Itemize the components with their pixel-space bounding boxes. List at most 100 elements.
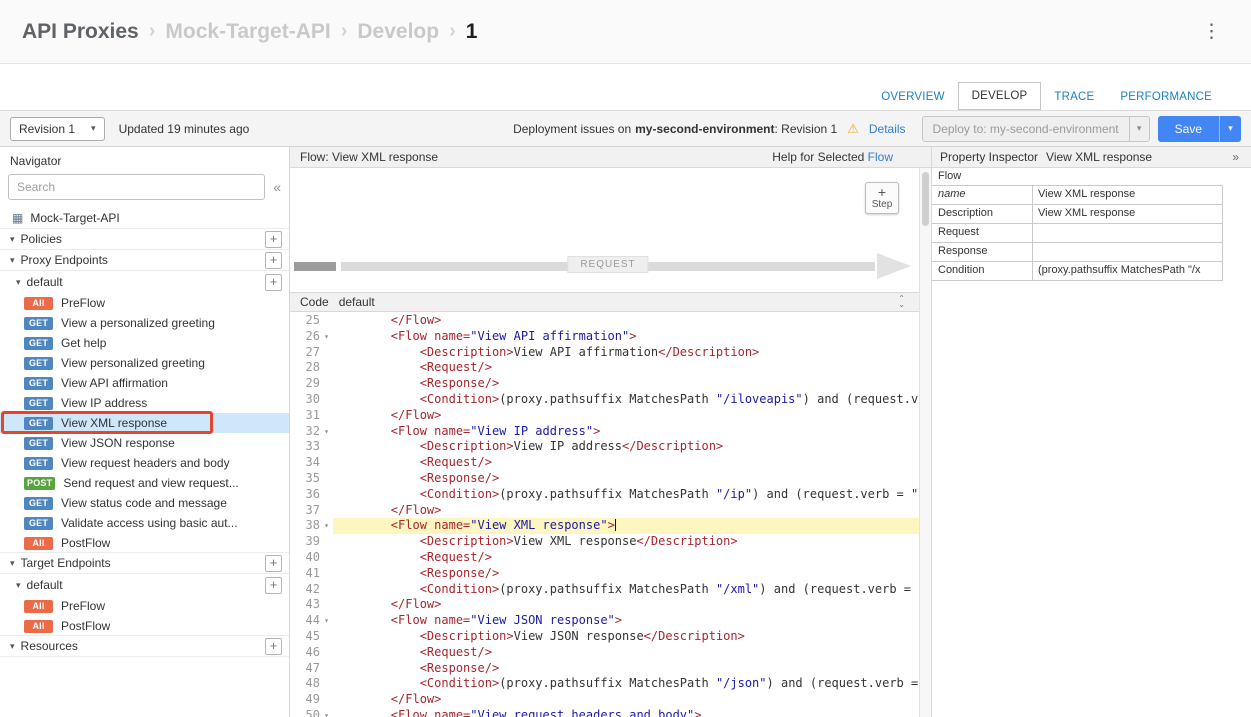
breadcrumb-item-mock-target-api[interactable]: Mock-Target-API bbox=[165, 20, 330, 44]
code-line-45[interactable]: 45 <Description>View JSON response</Desc… bbox=[290, 629, 931, 645]
code-line-25[interactable]: 25 </Flow> bbox=[290, 313, 931, 329]
nav-root-mock-target-api[interactable]: ▦Mock-Target-API bbox=[0, 206, 289, 229]
tab-develop[interactable]: DEVELOP bbox=[958, 82, 1042, 110]
tab-performance[interactable]: PERFORMANCE bbox=[1107, 84, 1225, 110]
nav-item-view-json-response[interactable]: GETView JSON response bbox=[0, 433, 289, 453]
nav-item-postflow[interactable]: AllPostFlow bbox=[0, 533, 289, 553]
nav-item-validate-access-using-basic-aut[interactable]: GETValidate access using basic aut... bbox=[0, 513, 289, 533]
inspector-row-value[interactable]: View XML response bbox=[1033, 205, 1223, 223]
code-line-34[interactable]: 34 <Request/> bbox=[290, 455, 931, 471]
top-header: API Proxies›Mock-Target-API›Develop›1 ⋮ bbox=[0, 0, 1251, 64]
save-dropdown-icon[interactable]: ▾ bbox=[1219, 116, 1241, 142]
deploy-select[interactable]: Deploy to: my-second-environment ▾ bbox=[922, 116, 1150, 142]
kebab-menu-icon[interactable]: ⋮ bbox=[1194, 18, 1229, 45]
collapse-panel-icon[interactable]: « bbox=[271, 179, 283, 195]
breadcrumb-item-api-proxies[interactable]: API Proxies bbox=[22, 20, 139, 44]
code-line-48[interactable]: 48 <Condition>(proxy.pathsuffix MatchesP… bbox=[290, 676, 931, 692]
code-line-43[interactable]: 43 </Flow> bbox=[290, 597, 931, 613]
nav-item-postflow[interactable]: AllPostFlow bbox=[0, 616, 289, 636]
code-line-32[interactable]: 32▾ <Flow name="View IP address"> bbox=[290, 424, 931, 440]
code-line-49[interactable]: 49 </Flow> bbox=[290, 692, 931, 708]
add-step-button[interactable]: + Step bbox=[865, 182, 899, 214]
code-token: "View API affirmation" bbox=[470, 329, 629, 343]
code-line-41[interactable]: 41 <Response/> bbox=[290, 566, 931, 582]
vertical-scrollbar[interactable] bbox=[919, 168, 931, 717]
nav-item-get-help[interactable]: GETGet help bbox=[0, 333, 289, 353]
nav-item-send-request-and-view-request[interactable]: POSTSend request and view request... bbox=[0, 473, 289, 493]
code-line-38[interactable]: 38▾ <Flow name="View XML response"> bbox=[290, 518, 931, 534]
code-editor[interactable]: 25 </Flow>26▾ <Flow name="View API affir… bbox=[290, 312, 931, 717]
code-line-47[interactable]: 47 <Response/> bbox=[290, 661, 931, 677]
breadcrumb-item-develop[interactable]: Develop bbox=[357, 20, 439, 44]
inspector-row-value[interactable]: (proxy.pathsuffix MatchesPath "/x bbox=[1033, 262, 1223, 280]
warning-icon: ⚠ bbox=[847, 121, 859, 137]
code-token: (proxy.pathsuffix MatchesPath bbox=[499, 392, 716, 406]
tab-overview[interactable]: OVERVIEW bbox=[868, 84, 957, 110]
code-line-36[interactable]: 36 <Condition>(proxy.pathsuffix MatchesP… bbox=[290, 487, 931, 503]
code-token bbox=[333, 360, 420, 374]
revision-select[interactable]: Revision 1 ▾ bbox=[10, 117, 105, 141]
inspector-row-value[interactable] bbox=[1033, 224, 1223, 242]
code-line-39[interactable]: 39 <Description>View XML response</Descr… bbox=[290, 534, 931, 550]
nav-item-view-ip-address[interactable]: GETView IP address bbox=[0, 393, 289, 413]
code-line-33[interactable]: 33 <Description>View IP address</Descrip… bbox=[290, 439, 931, 455]
fold-marker-icon[interactable]: ▾ bbox=[320, 613, 333, 629]
fold-marker-icon bbox=[320, 676, 333, 692]
nav-section-target-endpoints[interactable]: ▾Target Endpoints+ bbox=[0, 552, 289, 574]
nav-item-view-api-affirmation[interactable]: GETView API affirmation bbox=[0, 373, 289, 393]
code-line-40[interactable]: 40 <Request/> bbox=[290, 550, 931, 566]
fold-marker-icon[interactable]: ▾ bbox=[320, 518, 333, 534]
fold-marker-icon[interactable]: ▾ bbox=[320, 708, 333, 717]
nav-section-policies[interactable]: ▾Policies+ bbox=[0, 228, 289, 250]
nav-item-label: Validate access using basic aut... bbox=[61, 516, 238, 530]
nav-item-view-a-personalized-greeting[interactable]: GETView a personalized greeting bbox=[0, 313, 289, 333]
add-button[interactable]: + bbox=[265, 252, 282, 269]
fold-marker-icon[interactable]: ▾ bbox=[320, 329, 333, 345]
collapse-code-icon[interactable]: ⌃⌄ bbox=[898, 296, 905, 308]
nav-section-resources[interactable]: ▾Resources+ bbox=[0, 635, 289, 657]
chevron-down-icon[interactable]: ▾ bbox=[1129, 117, 1149, 141]
code-line-30[interactable]: 30 <Condition>(proxy.pathsuffix MatchesP… bbox=[290, 392, 931, 408]
nav-item-view-status-code-and-message[interactable]: GETView status code and message bbox=[0, 493, 289, 513]
code-line-31[interactable]: 31 </Flow> bbox=[290, 408, 931, 424]
inspector-row-value[interactable] bbox=[1033, 243, 1223, 261]
code-line-35[interactable]: 35 <Response/> bbox=[290, 471, 931, 487]
code-line-50[interactable]: 50▾ <Flow name="View request headers and… bbox=[290, 708, 931, 717]
code-line-42[interactable]: 42 <Condition>(proxy.pathsuffix MatchesP… bbox=[290, 582, 931, 598]
code-line-37[interactable]: 37 </Flow> bbox=[290, 503, 931, 519]
request-pipeline: REQUEST bbox=[294, 252, 911, 280]
code-text: <Request/> bbox=[333, 645, 931, 661]
code-line-29[interactable]: 29 <Response/> bbox=[290, 376, 931, 392]
nav-item-view-request-headers-and-body[interactable]: GETView request headers and body bbox=[0, 453, 289, 473]
help-flow-link[interactable]: Flow bbox=[868, 150, 893, 164]
nav-item-preflow[interactable]: AllPreFlow bbox=[0, 596, 289, 616]
add-button[interactable]: + bbox=[265, 231, 282, 248]
expand-panel-icon[interactable]: » bbox=[1232, 150, 1239, 164]
code-token: name= bbox=[434, 708, 470, 717]
add-button[interactable]: + bbox=[265, 577, 282, 594]
nav-group-default[interactable]: ▾default+ bbox=[0, 271, 289, 293]
fold-marker-icon[interactable]: ▾ bbox=[320, 424, 333, 440]
add-button[interactable]: + bbox=[265, 274, 282, 291]
save-button[interactable]: Save bbox=[1158, 116, 1219, 142]
nav-item-view-personalized-greeting[interactable]: GETView personalized greeting bbox=[0, 353, 289, 373]
code-line-46[interactable]: 46 <Request/> bbox=[290, 645, 931, 661]
nav-item-preflow[interactable]: AllPreFlow bbox=[0, 293, 289, 313]
inspector-row-value[interactable]: View XML response bbox=[1033, 186, 1223, 204]
nav-section-proxy-endpoints[interactable]: ▾Proxy Endpoints+ bbox=[0, 249, 289, 271]
code-token bbox=[333, 487, 420, 501]
code-line-27[interactable]: 27 <Description>View API affirmation</De… bbox=[290, 345, 931, 361]
code-line-26[interactable]: 26▾ <Flow name="View API affirmation"> bbox=[290, 329, 931, 345]
nav-item-view-xml-response[interactable]: GETView XML response bbox=[0, 413, 289, 433]
code-line-44[interactable]: 44▾ <Flow name="View JSON response"> bbox=[290, 613, 931, 629]
search-input[interactable] bbox=[8, 174, 265, 200]
tab-trace[interactable]: TRACE bbox=[1041, 84, 1107, 110]
code-line-28[interactable]: 28 <Request/> bbox=[290, 360, 931, 376]
add-button[interactable]: + bbox=[265, 555, 282, 572]
nav-group-default[interactable]: ▾default+ bbox=[0, 574, 289, 596]
details-link[interactable]: Details bbox=[869, 122, 906, 136]
add-button[interactable]: + bbox=[265, 638, 282, 655]
nav-item-label: View request headers and body bbox=[61, 456, 230, 470]
inspector-section-row: Flow bbox=[932, 168, 1223, 186]
scrollbar-thumb[interactable] bbox=[922, 172, 929, 226]
